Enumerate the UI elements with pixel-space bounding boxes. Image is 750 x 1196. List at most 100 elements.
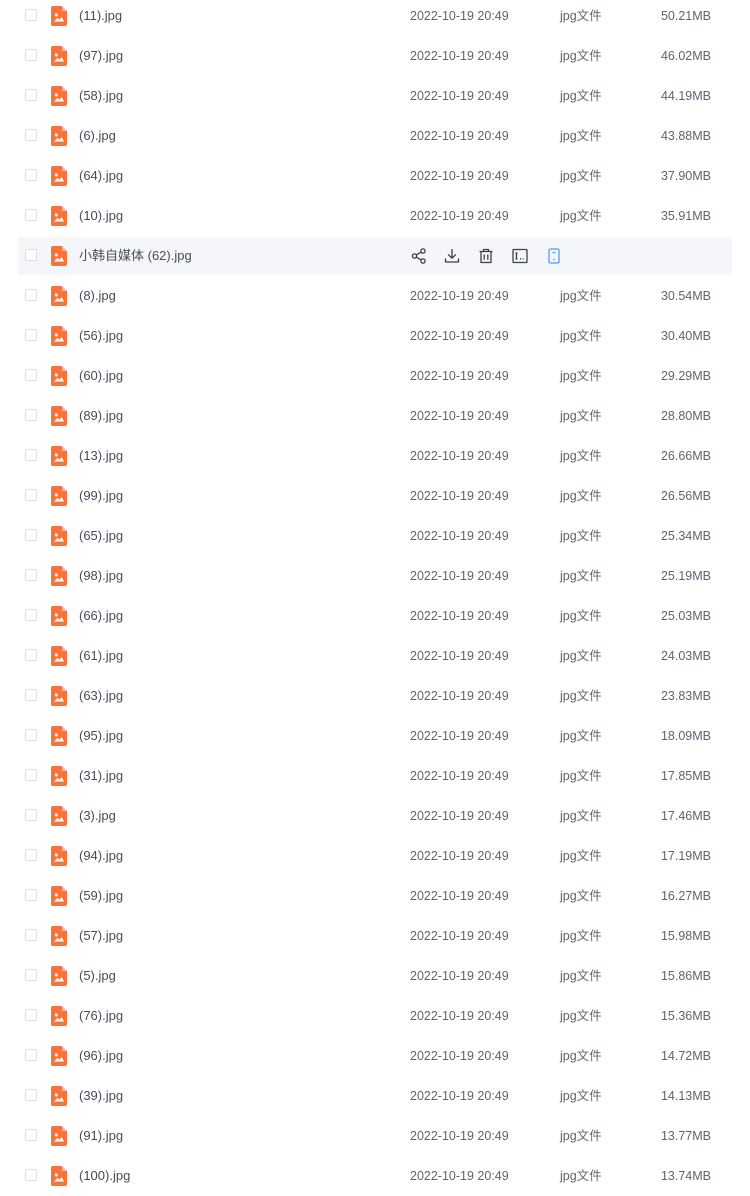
row-checkbox[interactable] (25, 369, 37, 381)
row-checkbox[interactable] (25, 729, 37, 741)
file-name[interactable]: (8).jpg (79, 276, 116, 316)
file-name[interactable]: (11).jpg (79, 0, 122, 36)
file-row[interactable]: (64).jpg 2022-10-19 20:49 jpg文件 37.90MB (0, 156, 750, 196)
file-name[interactable]: (3).jpg (79, 796, 116, 836)
row-checkbox[interactable] (25, 529, 37, 541)
file-name[interactable]: (95).jpg (79, 716, 123, 756)
row-checkbox[interactable] (25, 409, 37, 421)
row-checkbox[interactable] (25, 809, 37, 821)
row-checkbox[interactable] (25, 769, 37, 781)
row-checkbox[interactable] (25, 1089, 37, 1101)
row-checkbox[interactable] (25, 169, 37, 181)
file-row[interactable]: (58).jpg 2022-10-19 20:49 jpg文件 44.19MB (0, 76, 750, 116)
file-size: 25.34MB (660, 529, 711, 543)
row-checkbox[interactable] (25, 249, 37, 261)
file-row[interactable]: (6).jpg 2022-10-19 20:49 jpg文件 43.88MB (0, 116, 750, 156)
file-row[interactable]: (10).jpg 2022-10-19 20:49 jpg文件 35.91MB (0, 196, 750, 236)
trash-icon[interactable] (477, 247, 495, 265)
row-checkbox[interactable] (25, 969, 37, 981)
file-row[interactable]: (76).jpg 2022-10-19 20:49 jpg文件 15.36MB (0, 996, 750, 1036)
file-name[interactable]: (61).jpg (79, 636, 123, 676)
row-checkbox[interactable] (25, 9, 37, 21)
file-row[interactable]: (31).jpg 2022-10-19 20:49 jpg文件 17.85MB (0, 756, 750, 796)
file-name[interactable]: (76).jpg (79, 996, 123, 1036)
file-name[interactable]: (10).jpg (79, 196, 123, 236)
file-name[interactable]: (64).jpg (79, 156, 123, 196)
file-row[interactable]: (3).jpg 2022-10-19 20:49 jpg文件 17.46MB (0, 796, 750, 836)
file-date: 2022-10-19 20:49 (410, 609, 509, 623)
file-name[interactable]: (89).jpg (79, 396, 123, 436)
share-icon[interactable] (410, 247, 428, 265)
rename-icon[interactable] (511, 247, 529, 265)
row-checkbox[interactable] (25, 929, 37, 941)
file-type: jpg文件 (560, 969, 602, 983)
file-name[interactable]: (96).jpg (79, 1036, 123, 1076)
row-checkbox[interactable] (25, 609, 37, 621)
file-row[interactable]: (91).jpg 2022-10-19 20:49 jpg文件 13.77MB (0, 1116, 750, 1156)
file-name[interactable]: 小韩自媒体 (62).jpg (79, 236, 192, 276)
file-row[interactable]: (5).jpg 2022-10-19 20:49 jpg文件 15.86MB (0, 956, 750, 996)
row-checkbox[interactable] (25, 1169, 37, 1181)
file-name[interactable]: (6).jpg (79, 116, 116, 156)
row-checkbox[interactable] (25, 689, 37, 701)
file-row[interactable]: (39).jpg 2022-10-19 20:49 jpg文件 14.13MB (0, 1076, 750, 1116)
file-name[interactable]: (59).jpg (79, 876, 123, 916)
file-name[interactable]: (100).jpg (79, 1156, 130, 1196)
file-row[interactable]: (95).jpg 2022-10-19 20:49 jpg文件 18.09MB (0, 716, 750, 756)
download-icon[interactable] (443, 247, 461, 265)
file-row[interactable]: (61).jpg 2022-10-19 20:49 jpg文件 24.03MB (0, 636, 750, 676)
row-checkbox[interactable] (25, 489, 37, 501)
file-row[interactable]: (63).jpg 2022-10-19 20:49 jpg文件 23.83MB (0, 676, 750, 716)
row-checkbox[interactable] (25, 649, 37, 661)
file-row[interactable]: (94).jpg 2022-10-19 20:49 jpg文件 17.19MB (0, 836, 750, 876)
file-name[interactable]: (39).jpg (79, 1076, 123, 1116)
row-checkbox[interactable] (25, 289, 37, 301)
file-name[interactable]: (57).jpg (79, 916, 123, 956)
file-row[interactable]: 小韩自媒体 (62).jpg (0, 236, 750, 276)
row-checkbox[interactable] (25, 1009, 37, 1021)
row-checkbox[interactable] (25, 329, 37, 341)
file-name[interactable]: (56).jpg (79, 316, 123, 356)
file-name[interactable]: (31).jpg (79, 756, 123, 796)
file-row[interactable]: (97).jpg 2022-10-19 20:49 jpg文件 46.02MB (0, 36, 750, 76)
row-checkbox[interactable] (25, 1129, 37, 1141)
file-row[interactable]: (65).jpg 2022-10-19 20:49 jpg文件 25.34MB (0, 516, 750, 556)
file-name[interactable]: (58).jpg (79, 76, 123, 116)
row-checkbox[interactable] (25, 449, 37, 461)
row-checkbox[interactable] (25, 1049, 37, 1061)
file-name[interactable]: (98).jpg (79, 556, 123, 596)
row-checkbox[interactable] (25, 49, 37, 61)
file-name[interactable]: (66).jpg (79, 596, 123, 636)
file-row[interactable]: (96).jpg 2022-10-19 20:49 jpg文件 14.72MB (0, 1036, 750, 1076)
row-checkbox[interactable] (25, 889, 37, 901)
file-name[interactable]: (5).jpg (79, 956, 116, 996)
file-name[interactable]: (97).jpg (79, 36, 123, 76)
row-checkbox[interactable] (25, 569, 37, 581)
file-row[interactable]: (59).jpg 2022-10-19 20:49 jpg文件 16.27MB (0, 876, 750, 916)
file-row[interactable]: (66).jpg 2022-10-19 20:49 jpg文件 25.03MB (0, 596, 750, 636)
file-name[interactable]: (60).jpg (79, 356, 123, 396)
row-checkbox[interactable] (25, 209, 37, 221)
file-name[interactable]: (94).jpg (79, 836, 123, 876)
file-row[interactable]: (99).jpg 2022-10-19 20:49 jpg文件 26.56MB (0, 476, 750, 516)
file-row[interactable]: (57).jpg 2022-10-19 20:49 jpg文件 15.98MB (0, 916, 750, 956)
file-row[interactable]: (89).jpg 2022-10-19 20:49 jpg文件 28.80MB (0, 396, 750, 436)
file-name[interactable]: (63).jpg (79, 676, 123, 716)
file-row[interactable]: (98).jpg 2022-10-19 20:49 jpg文件 25.19MB (0, 556, 750, 596)
file-row[interactable]: (11).jpg 2022-10-19 20:49 jpg文件 50.21MB (0, 0, 750, 36)
file-type: jpg文件 (560, 9, 602, 23)
row-checkbox[interactable] (25, 849, 37, 861)
row-checkbox[interactable] (25, 129, 37, 141)
file-row[interactable]: (56).jpg 2022-10-19 20:49 jpg文件 30.40MB (0, 316, 750, 356)
file-name[interactable]: (91).jpg (79, 1116, 123, 1156)
file-row[interactable]: (100).jpg 2022-10-19 20:49 jpg文件 13.74MB (0, 1156, 750, 1196)
file-size: 13.74MB (660, 1169, 711, 1183)
mobile-icon[interactable] (545, 247, 563, 265)
file-name[interactable]: (99).jpg (79, 476, 123, 516)
row-checkbox[interactable] (25, 89, 37, 101)
file-row[interactable]: (13).jpg 2022-10-19 20:49 jpg文件 26.66MB (0, 436, 750, 476)
file-name[interactable]: (13).jpg (79, 436, 123, 476)
file-name[interactable]: (65).jpg (79, 516, 123, 556)
file-row[interactable]: (60).jpg 2022-10-19 20:49 jpg文件 29.29MB (0, 356, 750, 396)
file-row[interactable]: (8).jpg 2022-10-19 20:49 jpg文件 30.54MB (0, 276, 750, 316)
